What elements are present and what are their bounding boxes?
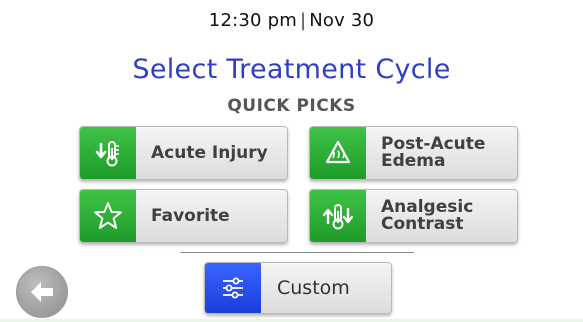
custom-label: Custom: [277, 277, 350, 299]
time-date-separator: |: [299, 10, 307, 31]
analgesic-contrast-label: Analgesic Contrast: [381, 197, 474, 234]
thermometer-down-icon: [80, 127, 136, 179]
post-acute-edema-label: Post-Acute Edema: [381, 134, 486, 171]
thermometer-updown-icon: [310, 190, 366, 242]
analgesic-contrast-button[interactable]: Analgesic Contrast: [309, 189, 518, 243]
status-time-date: 12:30 pm | Nov 30: [0, 10, 583, 31]
page-title: Select Treatment Cycle: [132, 54, 451, 85]
star-icon: [80, 190, 136, 242]
back-arrow-icon: [31, 282, 53, 302]
edema-triangle-icon: [310, 127, 366, 179]
acute-injury-button[interactable]: Acute Injury: [79, 126, 288, 180]
acute-injury-label: Acute Injury: [151, 142, 268, 163]
date-text: Nov 30: [309, 10, 375, 31]
back-button[interactable]: [16, 266, 68, 318]
custom-button[interactable]: Custom: [204, 262, 392, 314]
time-text: 12:30 pm: [208, 10, 297, 31]
sliders-icon: [205, 263, 261, 313]
treatment-cycle-screen: 12:30 pm | Nov 30 Select Treatment Cycle Q…: [0, 0, 583, 322]
section-subtitle: QUICK PICKS: [227, 96, 356, 116]
favorite-label: Favorite: [151, 205, 230, 226]
post-acute-edema-button[interactable]: Post-Acute Edema: [309, 126, 518, 180]
section-divider: [180, 252, 414, 253]
favorite-button[interactable]: Favorite: [79, 189, 288, 243]
